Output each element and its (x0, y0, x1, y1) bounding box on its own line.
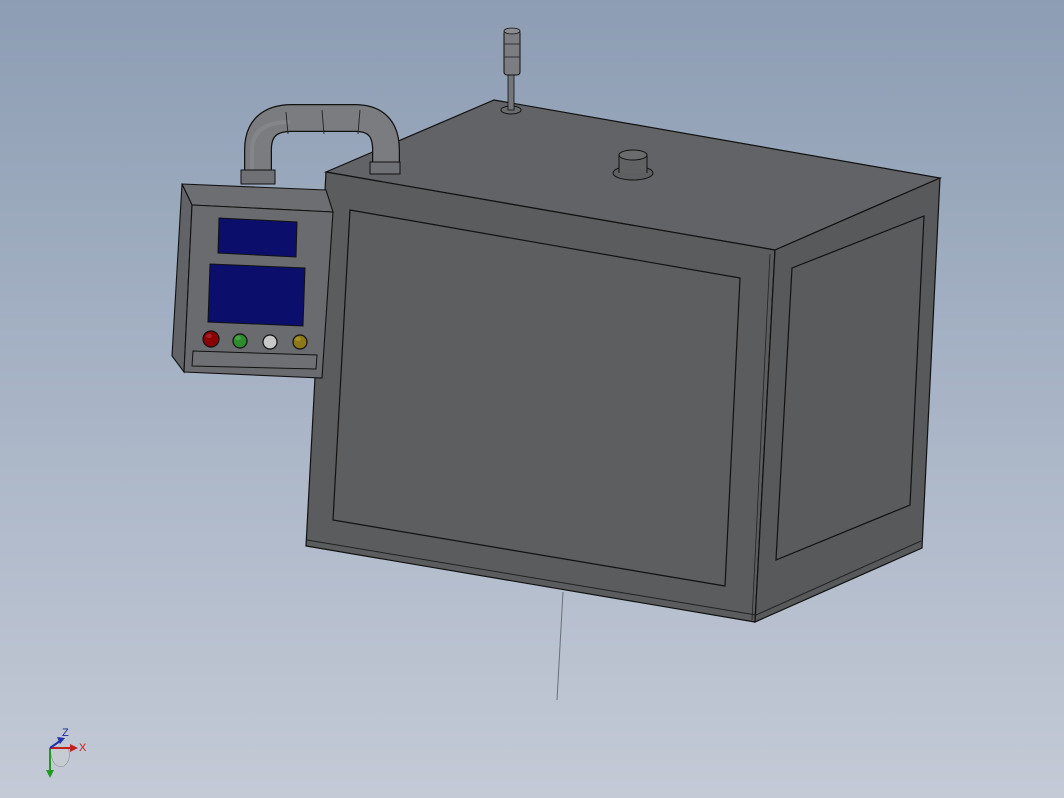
white-button[interactable] (262, 334, 278, 350)
green-button[interactable] (232, 333, 248, 349)
top-port[interactable] (612, 149, 654, 181)
model-scene[interactable] (0, 0, 1064, 798)
control-panel[interactable] (171, 183, 334, 379)
conduit-pipe[interactable] (240, 104, 401, 185)
signal-tower[interactable] (500, 27, 522, 115)
support-line (556, 591, 564, 701)
triad-sphere (49, 747, 70, 767)
graphics-viewport[interactable]: Z X (0, 0, 1064, 798)
z-axis-label: Z (62, 727, 69, 739)
yellow-button[interactable] (292, 334, 308, 350)
lower-display-screen[interactable] (207, 263, 306, 327)
upper-display-screen[interactable] (217, 217, 298, 258)
cabinet[interactable] (305, 27, 943, 623)
side-door-panel[interactable] (775, 215, 925, 561)
orientation-triad[interactable]: Z X (36, 722, 96, 782)
red-button[interactable] (202, 330, 220, 348)
x-axis-label: X (79, 742, 87, 754)
